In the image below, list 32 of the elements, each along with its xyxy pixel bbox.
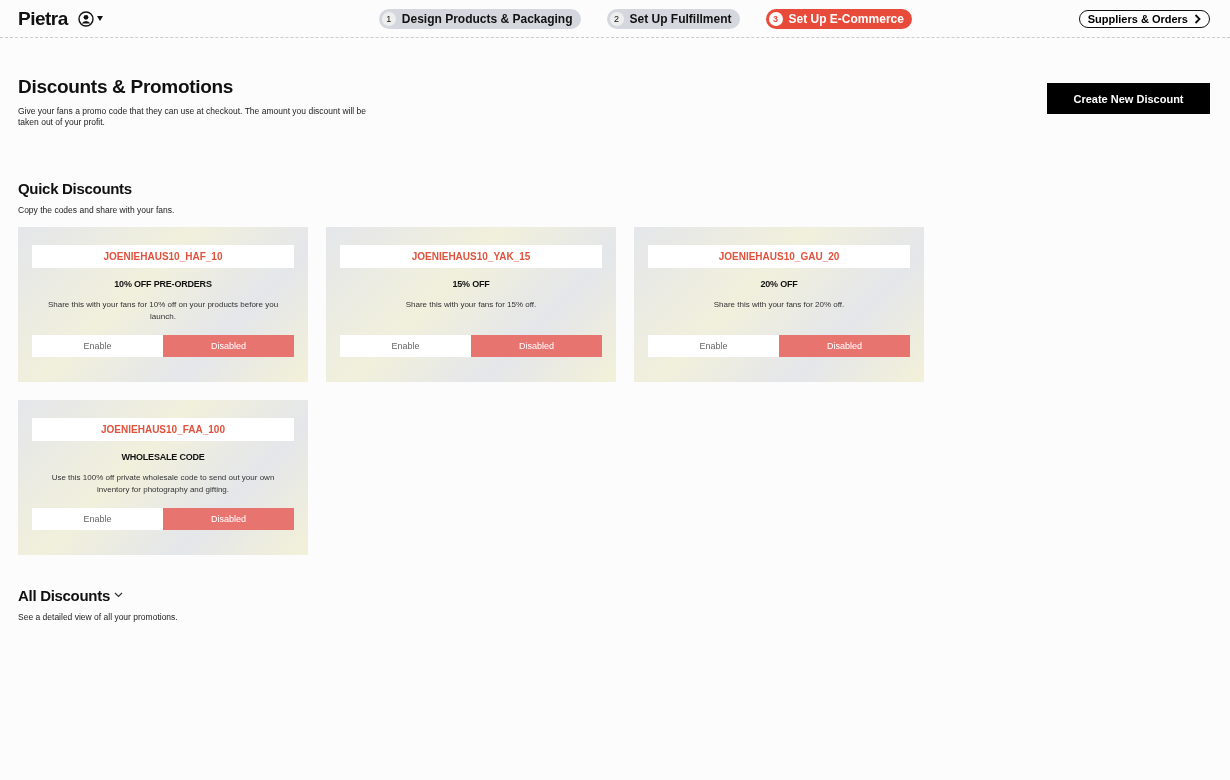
discount-heading: 15% OFF [452,278,490,289]
user-icon[interactable] [77,10,94,27]
section-subtitle: Copy the codes and share with your fans. [18,204,176,215]
enable-button[interactable]: Enable [32,334,163,357]
discount-heading: WHOLESALE CODE [121,451,205,462]
section-title[interactable]: All Discounts [18,586,110,604]
discount-heading: 10% OFF PRE-ORDERS [114,278,212,289]
promo-code: JOENIEHAUS10_YAK_15 [340,244,602,268]
discount-description: Share this with your fans for 10% off on your products before you launch. [46,298,280,323]
promo-code: JOENIEHAUS10_FAA_100 [32,417,294,441]
promo-code: JOENIEHAUS10_HAF_10 [32,244,294,268]
enable-button[interactable]: Enable [32,507,163,530]
enable-button[interactable]: Enable [340,334,471,357]
enable-button[interactable]: Enable [648,334,779,357]
discount-description: Share this with your fans for 15% off. [404,298,538,311]
page-title: Discounts & Promotions [18,76,235,98]
create-discount-button[interactable]: Create New Discount [1047,83,1210,114]
step-tab[interactable]: 2 Set Up Fulfillment [606,8,740,29]
caret-icon[interactable] [96,16,103,21]
suppliers-orders-link[interactable]: Suppliers & Orders [1078,9,1210,28]
section-title: Quick Discounts [18,179,133,197]
discount-heading: 20% OFF [760,278,798,289]
chevron-down-icon[interactable] [113,592,123,599]
promo-code: JOENIEHAUS10_GAU_20 [648,244,910,268]
step-tab[interactable]: 1 Design Products & Packaging [378,8,581,29]
page-description: Give your fans a promo code that they can use at checkout. The amount you discount will be taken out of your profit. [18,106,368,129]
discount-description: Share this with your fans for 20% off. [712,298,846,311]
step-tab[interactable]: 3 Set Up E-Commerce [765,8,912,29]
chevron-right-icon [1194,13,1201,24]
discount-description: Use this 100% off private wholesale code to send out your own inventory for photography and gifting. [50,471,276,496]
logo: Pietra [18,7,68,30]
section-subtitle: See a detailed view of all your promotions. [18,611,179,622]
